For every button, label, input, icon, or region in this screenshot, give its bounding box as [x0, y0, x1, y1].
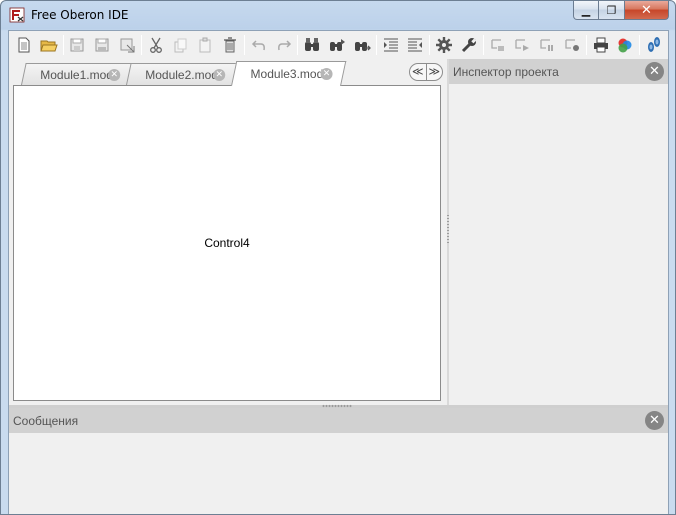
- save-as-icon: [95, 38, 109, 52]
- tab-label: Module1.mod: [40, 67, 113, 82]
- color-palette-button[interactable]: [615, 34, 637, 56]
- find-next-button[interactable]: [326, 34, 348, 56]
- close-icon[interactable]: ✕: [645, 411, 664, 430]
- editor-area[interactable]: Control4: [13, 85, 441, 401]
- run-step-button[interactable]: [512, 34, 534, 56]
- run-to-cursor-button[interactable]: [536, 34, 558, 56]
- window-title: Free Oberon IDE: [31, 8, 129, 22]
- save-as-button[interactable]: [91, 34, 113, 56]
- settings-button[interactable]: [433, 34, 455, 56]
- find-button[interactable]: [301, 34, 323, 56]
- project-inspector-panel: Инспектор проекта ✕: [449, 59, 668, 405]
- undo-icon: [251, 40, 265, 51]
- tools-button[interactable]: [458, 34, 480, 56]
- find-icon: [305, 38, 320, 51]
- maximize-button[interactable]: ❐: [599, 1, 625, 20]
- minimize-button[interactable]: ▁: [573, 1, 599, 20]
- project-inspector-header: Инспектор проекта ✕: [449, 59, 668, 84]
- paste-button[interactable]: [194, 34, 216, 56]
- copy-icon: [174, 38, 187, 53]
- tab-close-icon[interactable]: ✕: [213, 68, 226, 81]
- tab-module3[interactable]: Module3.mod ✕: [231, 61, 347, 86]
- unindent-icon: [408, 38, 423, 52]
- breakpoint-icon: [565, 39, 579, 51]
- save-all-icon: [120, 38, 135, 53]
- help-icon: [648, 37, 661, 52]
- messages-header: Сообщения ✕: [9, 408, 668, 433]
- editor-pane: Module1.mod ✕ Module2.mod ✕ Module3.mod …: [9, 59, 447, 405]
- help-button[interactable]: [643, 34, 665, 56]
- run-step-icon: [515, 39, 530, 51]
- redo-icon: [277, 40, 291, 51]
- app-logo-icon: [9, 7, 25, 23]
- replace-icon: [354, 42, 371, 51]
- toolbar-separator: [639, 35, 641, 55]
- undo-button[interactable]: [248, 34, 270, 56]
- find-next-icon: [330, 39, 346, 51]
- cut-icon: [149, 37, 162, 53]
- toolbar-separator: [140, 35, 142, 55]
- tab-module1[interactable]: Module1.mod ✕: [21, 63, 134, 85]
- toolbar-separator: [429, 35, 431, 55]
- title-bar[interactable]: Free Oberon IDE ▁ ❐ ✕: [1, 1, 675, 29]
- tab-scroll-right-button[interactable]: ≫: [425, 64, 443, 80]
- close-icon[interactable]: ✕: [645, 62, 664, 81]
- toolbar-separator: [62, 35, 64, 55]
- app-window: Free Oberon IDE ▁ ❐ ✕ Module1.mod ✕ Modu…: [0, 0, 676, 515]
- tab-close-icon[interactable]: ✕: [320, 68, 333, 80]
- delete-button[interactable]: [219, 34, 241, 56]
- open-folder-button[interactable]: [38, 34, 60, 56]
- color-palette-icon: [618, 38, 632, 53]
- messages-title: Сообщения: [13, 413, 79, 428]
- editor-control-label: Control4: [204, 236, 250, 250]
- run-button[interactable]: [487, 34, 509, 56]
- cut-button[interactable]: [145, 34, 167, 56]
- open-folder-icon: [39, 40, 58, 52]
- print-button[interactable]: [590, 34, 612, 56]
- messages-panel: Сообщения ✕: [9, 408, 668, 514]
- tab-scroll-left-button[interactable]: ≪: [410, 64, 426, 80]
- save-icon: [70, 38, 84, 52]
- caption-buttons: ▁ ❐ ✕: [573, 1, 669, 21]
- toolbar-separator: [375, 35, 377, 55]
- toolbar-separator: [482, 35, 484, 55]
- client-area: Module1.mod ✕ Module2.mod ✕ Module3.mod …: [8, 30, 669, 514]
- print-icon: [593, 37, 608, 53]
- tab-label: Module2.mod: [145, 67, 218, 82]
- redo-button[interactable]: [273, 34, 295, 56]
- save-all-button[interactable]: [116, 34, 138, 56]
- replace-button[interactable]: [351, 34, 373, 56]
- tab-bar: Module1.mod ✕ Module2.mod ✕ Module3.mod …: [9, 59, 447, 86]
- close-button[interactable]: ✕: [625, 1, 669, 20]
- new-file-button[interactable]: [13, 34, 35, 56]
- indent-button[interactable]: [380, 34, 402, 56]
- tab-scroll-buttons: ≪ ≫: [409, 63, 443, 81]
- project-inspector-title: Инспектор проекта: [453, 64, 559, 79]
- paste-icon: [199, 37, 211, 53]
- toolbar-separator: [585, 35, 587, 55]
- toolbar-separator: [297, 35, 299, 55]
- run-to-cursor-icon: [540, 39, 554, 51]
- toolbar-separator: [243, 35, 245, 55]
- tab-label: Module3.mod: [250, 67, 324, 81]
- tab-close-icon[interactable]: ✕: [108, 68, 121, 81]
- main-toolbar: [9, 31, 668, 59]
- run-icon: [491, 39, 504, 51]
- copy-button[interactable]: [170, 34, 192, 56]
- settings-gear-icon: [436, 37, 453, 53]
- unindent-button[interactable]: [404, 34, 426, 56]
- new-file-icon: [18, 37, 30, 53]
- tools-wrench-icon: [461, 38, 477, 53]
- delete-icon: [224, 37, 236, 53]
- tab-module2[interactable]: Module2.mod ✕: [126, 63, 239, 85]
- indent-icon: [383, 38, 398, 52]
- save-button[interactable]: [67, 34, 89, 56]
- breakpoint-button[interactable]: [561, 34, 583, 56]
